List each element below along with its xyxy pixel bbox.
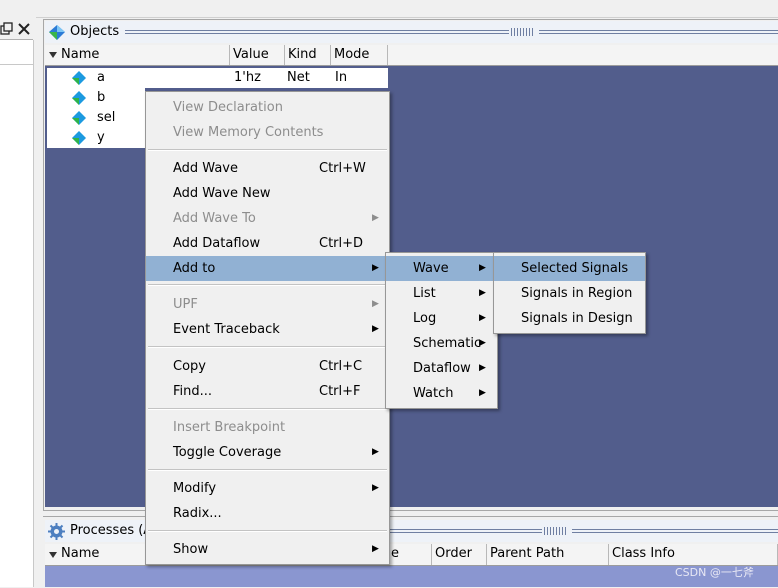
objects-panel-title: Objects xyxy=(70,24,120,39)
signal-diamond-icon xyxy=(72,71,86,85)
titlebar-grip xyxy=(572,529,778,533)
submenu-arrow-icon: ▶ xyxy=(479,363,486,373)
menu-item-upf[interactable]: UPF ▶ xyxy=(146,292,389,317)
processes-workspace xyxy=(45,566,778,587)
top-toolbar-strip xyxy=(0,0,778,18)
processes-panel-title: Processes (A xyxy=(70,523,153,538)
close-icon[interactable] xyxy=(17,22,31,40)
submenu-arrow-icon: ▶ xyxy=(372,544,379,554)
titlebar-grip xyxy=(390,529,542,533)
signal-value: 1'hz xyxy=(234,70,261,85)
column-header-parent-path[interactable]: Parent Path xyxy=(487,544,609,565)
gear-icon xyxy=(48,523,65,540)
signal-name: a xyxy=(97,70,105,85)
signal-diamond-icon xyxy=(72,131,86,145)
menu-item-insert-breakpoint[interactable]: Insert Breakpoint xyxy=(146,415,389,440)
menu-separator xyxy=(148,346,387,348)
signal-mode: In xyxy=(335,70,348,85)
submenu-arrow-icon: ▶ xyxy=(372,263,379,273)
submenu-arrow-icon: ▶ xyxy=(372,483,379,493)
table-row[interactable]: y xyxy=(47,128,145,148)
menu-item-add-wave-to[interactable]: Add Wave To ▶ xyxy=(146,206,389,231)
signal-name: y xyxy=(97,130,105,145)
menu-item-show[interactable]: Show ▶ xyxy=(146,537,389,562)
column-header-name[interactable]: Name xyxy=(58,544,146,565)
menu-item-view-memory-contents[interactable]: View Memory Contents xyxy=(146,120,389,145)
submenu-item-list[interactable]: List ▶ xyxy=(386,281,497,306)
menu-separator xyxy=(148,284,387,286)
menu-item-add-wave[interactable]: Add Wave Ctrl+W xyxy=(146,156,389,181)
table-row[interactable]: b xyxy=(47,88,145,108)
menu-item-add-dataflow[interactable]: Add Dataflow Ctrl+D xyxy=(146,231,389,256)
submenu-item-watch[interactable]: Watch ▶ xyxy=(386,381,497,406)
submenu-arrow-icon: ▶ xyxy=(372,213,379,223)
menu-item-copy[interactable]: Copy Ctrl+C xyxy=(146,354,389,379)
titlebar-drag-handle[interactable] xyxy=(544,527,568,535)
submenu-item-dataflow[interactable]: Dataflow ▶ xyxy=(386,356,497,381)
submenu-wave: Selected Signals Signals in Region Signa… xyxy=(493,252,646,334)
submenu-add-to: Wave ▶ List ▶ Log ▶ Schematic ▶ Dataflow ▶ Wa… xyxy=(385,252,498,409)
menu-separator xyxy=(148,469,387,471)
submenu-item-wave[interactable]: Wave ▶ xyxy=(386,256,497,281)
submenu-arrow-icon: ▶ xyxy=(479,263,486,273)
titlebar-drag-handle[interactable] xyxy=(511,28,535,36)
signal-name: sel xyxy=(97,110,116,125)
submenu-arrow-icon: ▶ xyxy=(479,338,486,348)
menu-item-modify[interactable]: Modify ▶ xyxy=(146,476,389,501)
signal-diamond-icon xyxy=(72,111,86,125)
menu-item-event-traceback[interactable]: Event Traceback ▶ xyxy=(146,317,389,342)
objects-panel-titlebar[interactable]: Objects xyxy=(45,21,778,43)
window-restore-icon[interactable] xyxy=(0,22,14,40)
submenu-arrow-icon: ▶ xyxy=(372,447,379,457)
submenu-arrow-icon: ▶ xyxy=(372,299,379,309)
submenu-item-signals-in-design[interactable]: Signals in Design xyxy=(494,306,645,331)
submenu-item-selected-signals[interactable]: Selected Signals xyxy=(494,256,645,281)
titlebar-grip xyxy=(125,30,509,34)
signal-kind: Net xyxy=(287,70,310,85)
menu-separator xyxy=(148,149,387,151)
submenu-arrow-icon: ▶ xyxy=(372,324,379,334)
menu-separator xyxy=(148,530,387,532)
column-header-name[interactable]: Name xyxy=(58,45,230,65)
context-menu: View Declaration View Memory Contents Ad… xyxy=(145,91,390,565)
submenu-item-signals-in-region[interactable]: Signals in Region xyxy=(494,281,645,306)
submenu-arrow-icon: ▶ xyxy=(479,313,486,323)
signal-diamond-icon xyxy=(72,91,86,105)
menu-item-add-to[interactable]: Add to ▶ xyxy=(146,256,389,281)
sort-arrow-icon[interactable] xyxy=(48,550,58,560)
submenu-arrow-icon: ▶ xyxy=(479,388,486,398)
column-header-class-info[interactable]: Class Info xyxy=(609,544,778,565)
column-header-order[interactable]: Order xyxy=(432,544,487,565)
menu-item-toggle-coverage[interactable]: Toggle Coverage ▶ xyxy=(146,440,389,465)
submenu-arrow-icon: ▶ xyxy=(479,288,486,298)
watermark: CSDN @一七斧 xyxy=(675,566,754,579)
column-header-value[interactable]: Value xyxy=(230,45,285,65)
column-header-mode[interactable]: Mode xyxy=(331,45,388,65)
objects-icon xyxy=(49,25,65,40)
sort-arrow-icon[interactable] xyxy=(48,50,58,60)
menu-separator xyxy=(148,408,387,410)
menu-item-add-wave-new[interactable]: Add Wave New xyxy=(146,181,389,206)
left-panel-body xyxy=(0,40,34,587)
menu-item-view-declaration[interactable]: View Declaration xyxy=(146,95,389,120)
left-panel-header-cell xyxy=(0,40,33,65)
titlebar-grip xyxy=(539,30,778,34)
menu-item-radix[interactable]: Radix... xyxy=(146,501,389,526)
table-row[interactable]: sel xyxy=(47,108,145,128)
submenu-item-schematic[interactable]: Schematic ▶ xyxy=(386,331,497,356)
signal-name: b xyxy=(97,90,106,105)
column-header-state[interactable]: e xyxy=(388,544,432,565)
menu-item-find[interactable]: Find... Ctrl+F xyxy=(146,379,389,404)
table-row[interactable]: a 1'hz Net In xyxy=(47,68,388,88)
column-header-kind[interactable]: Kind xyxy=(285,45,331,65)
submenu-item-log[interactable]: Log ▶ xyxy=(386,306,497,331)
